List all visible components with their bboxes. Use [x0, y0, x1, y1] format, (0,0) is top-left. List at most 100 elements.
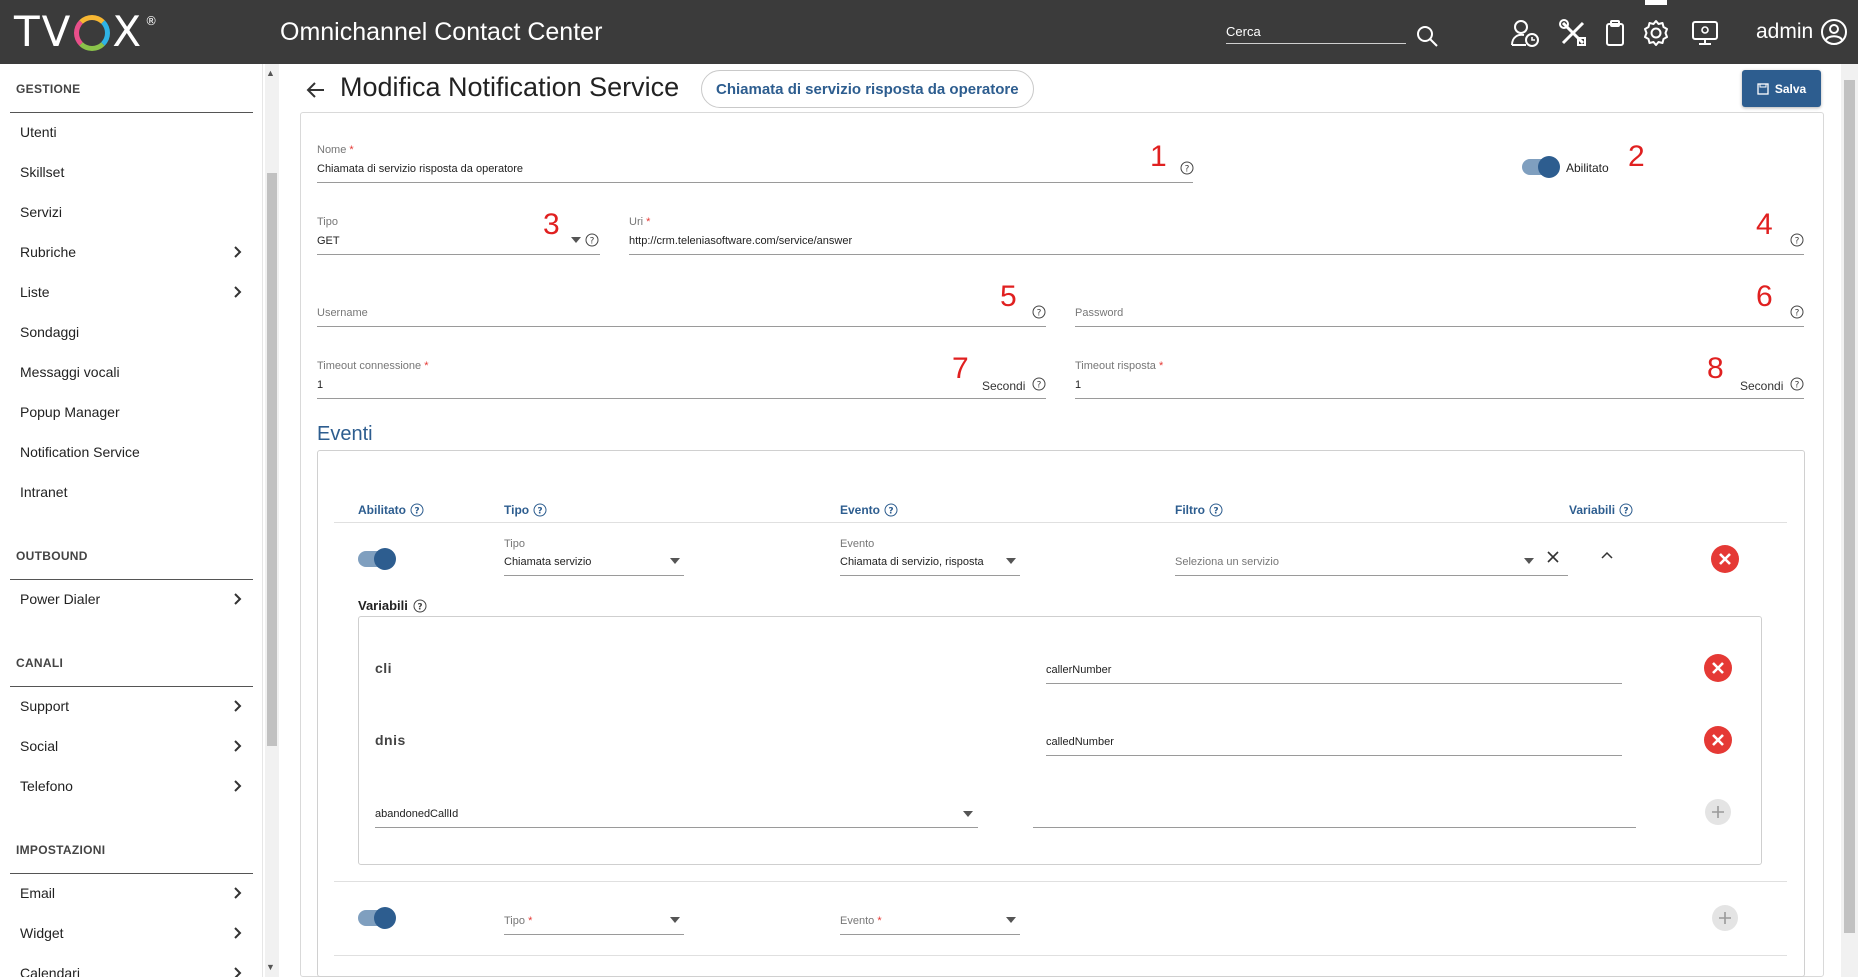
sidebar: GESTIONE Utenti Skillset Servizi Rubrich…: [0, 64, 263, 977]
unit-label: Secondi: [1740, 379, 1784, 393]
close-icon: [1712, 662, 1724, 674]
sidebar-item-power-dialer[interactable]: Power Dialer: [20, 591, 245, 607]
clear-icon[interactable]: [1547, 551, 1559, 563]
chevron-right-icon: [234, 927, 242, 939]
help-icon[interactable]: ?: [1619, 503, 1633, 517]
help-icon[interactable]: ?: [1180, 161, 1194, 175]
sidebar-section-impostazioni: IMPOSTAZIONI: [16, 843, 106, 857]
variable-value-input[interactable]: callerNumber: [1046, 664, 1111, 676]
username-input[interactable]: Username: [317, 307, 368, 319]
dropdown-arrow-icon[interactable]: [1006, 558, 1016, 564]
chevron-up-icon[interactable]: [1600, 550, 1614, 560]
event-tipo-underline: [504, 934, 684, 935]
sidebar-item-sondaggi[interactable]: Sondaggi: [20, 324, 245, 340]
sidebar-item-social[interactable]: Social: [20, 738, 245, 754]
sidebar-item-skillset[interactable]: Skillset: [20, 164, 245, 180]
logo-ring-icon: [74, 15, 111, 51]
help-icon[interactable]: ?: [1790, 233, 1804, 247]
scroll-down-icon[interactable]: ▼: [266, 962, 275, 972]
timeout-connessione-input[interactable]: 1: [317, 379, 323, 391]
chevron-right-icon: [234, 246, 242, 258]
clipboard-icon[interactable]: [1600, 18, 1630, 48]
scroll-up-icon[interactable]: ▲: [266, 68, 275, 78]
sidebar-item-utenti[interactable]: Utenti: [20, 124, 245, 140]
svg-text:?: ?: [537, 507, 542, 517]
dropdown-arrow-icon[interactable]: [670, 917, 680, 923]
delete-event-button[interactable]: [1711, 545, 1739, 573]
sidebar-item-telefono[interactable]: Telefono: [20, 778, 245, 794]
event-enabled-toggle[interactable]: [358, 907, 396, 929]
help-icon[interactable]: ?: [1790, 305, 1804, 319]
agent-clock-icon[interactable]: [1510, 18, 1540, 48]
timeout-risposta-input[interactable]: 1: [1075, 379, 1081, 391]
dropdown-arrow-icon[interactable]: [1006, 917, 1016, 923]
user-name[interactable]: admin: [1756, 20, 1813, 44]
help-icon[interactable]: ?: [413, 599, 427, 613]
event-enabled-toggle[interactable]: [358, 548, 396, 570]
sidebar-item-calendari[interactable]: Calendari: [20, 965, 245, 977]
help-icon[interactable]: ?: [533, 503, 547, 517]
dropdown-arrow-icon[interactable]: [670, 558, 680, 564]
event-filtro-select[interactable]: Seleziona un servizio: [1175, 556, 1279, 568]
help-icon[interactable]: ?: [1790, 377, 1804, 391]
sidebar-item-widget[interactable]: Widget: [20, 925, 245, 941]
help-icon[interactable]: ?: [884, 503, 898, 517]
dropdown-arrow-icon[interactable]: [1524, 558, 1534, 564]
sidebar-item-servizi[interactable]: Servizi: [20, 204, 245, 220]
help-icon[interactable]: ?: [1032, 377, 1046, 391]
annotation-marker-4: 4: [1756, 208, 1773, 241]
delete-variable-button[interactable]: [1704, 726, 1732, 754]
variable-value-input[interactable]: calledNumber: [1046, 736, 1114, 748]
sidebar-scroll-thumb[interactable]: [267, 173, 277, 746]
tools-icon[interactable]: [1558, 18, 1588, 48]
help-icon[interactable]: ?: [1209, 503, 1223, 517]
sidebar-item-liste[interactable]: Liste: [20, 284, 245, 300]
save-button[interactable]: Salva: [1742, 70, 1821, 107]
password-input[interactable]: Password: [1075, 307, 1123, 319]
help-icon[interactable]: ?: [410, 503, 424, 517]
add-variable-button[interactable]: [1705, 799, 1731, 825]
monitor-icon[interactable]: [1690, 18, 1720, 48]
event-tipo-select[interactable]: Chiamata servizio: [504, 556, 591, 568]
table-header-divider: [334, 522, 1787, 523]
abilitato-toggle[interactable]: [1522, 156, 1560, 178]
search-input[interactable]: Cerca: [1226, 24, 1406, 44]
add-event-button[interactable]: [1712, 905, 1738, 931]
sidebar-item-rubriche[interactable]: Rubriche: [20, 244, 245, 260]
chevron-right-icon: [234, 967, 242, 977]
svg-text:?: ?: [1185, 165, 1190, 175]
app-title: Omnichannel Contact Center: [280, 18, 603, 46]
sidebar-item-notification-service[interactable]: Notification Service: [20, 444, 245, 460]
variable-name: dnis: [375, 732, 406, 748]
help-icon[interactable]: ?: [1032, 305, 1046, 319]
annotation-marker-1: 1: [1150, 140, 1167, 173]
variable-name: cli: [375, 660, 393, 676]
dropdown-arrow-icon[interactable]: [571, 237, 581, 243]
gear-icon[interactable]: [1641, 18, 1671, 48]
event-evento-select[interactable]: Chiamata di servizio, risposta: [840, 556, 984, 568]
sidebar-item-intranet[interactable]: Intranet: [20, 484, 245, 500]
sidebar-item-popup-manager[interactable]: Popup Manager: [20, 404, 245, 420]
uri-input[interactable]: http://crm.teleniasoftware.com/service/a…: [629, 235, 852, 247]
event-tipo-select[interactable]: Tipo *: [504, 915, 532, 927]
search-icon[interactable]: [1415, 24, 1439, 48]
nome-input[interactable]: Chiamata di servizio risposta da operato…: [317, 163, 523, 175]
save-button-label: Salva: [1774, 81, 1807, 96]
sidebar-item-email[interactable]: Email: [20, 885, 245, 901]
tipo-select[interactable]: GET: [317, 235, 340, 247]
sidebar-item-support[interactable]: Support: [20, 698, 245, 714]
event-evento-select[interactable]: Evento *: [840, 915, 882, 927]
main-scroll-thumb[interactable]: [1844, 80, 1855, 933]
sidebar-item-label: Messaggi vocali: [20, 364, 120, 380]
nome-label: Nome *: [317, 144, 354, 156]
dropdown-arrow-icon[interactable]: [963, 811, 973, 817]
delete-variable-button[interactable]: [1704, 654, 1732, 682]
tvox-logo[interactable]: TV X ®: [14, 7, 159, 56]
tipo-label: Tipo: [317, 216, 338, 228]
sidebar-item-messaggi-vocali[interactable]: Messaggi vocali: [20, 364, 245, 380]
svg-text:?: ?: [590, 237, 595, 247]
new-variable-select[interactable]: abandonedCallId: [375, 808, 458, 820]
user-circle-icon[interactable]: [1820, 18, 1848, 46]
back-arrow-icon[interactable]: [304, 78, 328, 102]
help-icon[interactable]: ?: [585, 233, 599, 247]
